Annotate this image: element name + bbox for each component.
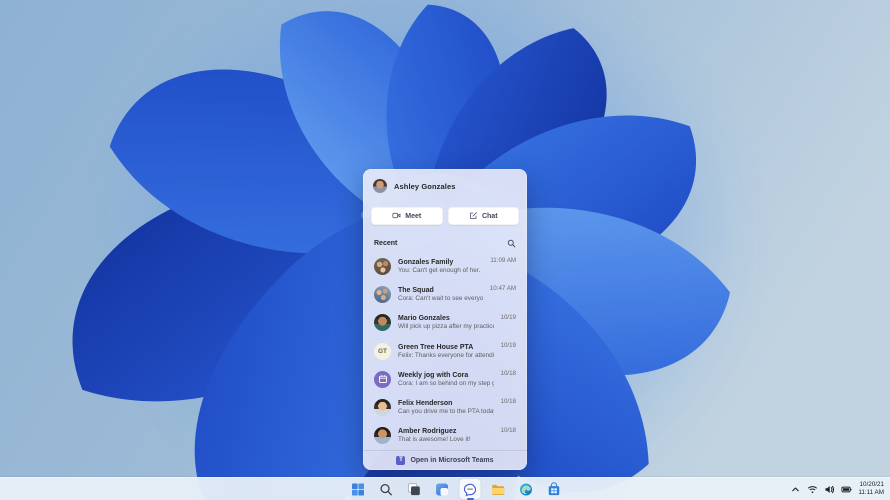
avatar <box>374 399 391 417</box>
avatar-calendar <box>374 370 391 388</box>
conversation-name: Gonzales Family <box>398 258 454 266</box>
taskbar-clock[interactable]: 10/20/21 11:11 AM <box>858 481 886 497</box>
conversation-time: 10:47 AM <box>489 285 516 293</box>
microsoft-store-button[interactable] <box>544 479 565 499</box>
avatar-initials: GT <box>374 342 391 360</box>
edge-icon <box>519 482 534 497</box>
conversation-preview: Felix: Thanks everyone for attending tod… <box>398 351 494 359</box>
conversation-time: 10/18 <box>500 370 516 378</box>
taskbar-center-icons <box>348 478 565 500</box>
conversation-time: 10/18 <box>500 426 516 434</box>
teams-logo-icon: T <box>396 456 406 465</box>
meet-button[interactable]: Meet <box>371 207 443 225</box>
recent-title: Recent <box>374 239 398 247</box>
list-item[interactable]: The Squad Cora: Can't wait to see everyo… <box>363 280 527 308</box>
meet-button-label: Meet <box>405 212 422 220</box>
flyout-header: Ashley Gonzales <box>373 176 517 196</box>
search-icon <box>379 482 394 497</box>
flyout-actions: Meet Chat <box>371 207 519 225</box>
edge-button[interactable] <box>516 479 537 499</box>
list-item[interactable]: Felix Henderson Can you drive me to the … <box>363 393 527 421</box>
user-name: Ashley Gonzales <box>394 181 456 191</box>
calendar-icon <box>378 374 388 384</box>
recent-header: Recent <box>374 237 516 249</box>
conversation-preview: You: Can't get enough of her. <box>398 266 481 274</box>
task-view-button[interactable] <box>404 479 425 499</box>
open-in-teams-button[interactable]: T Open in Microsoft Teams <box>363 450 527 470</box>
chat-button-label: Chat <box>481 212 498 220</box>
conversation-name: The Squad <box>398 286 434 294</box>
list-item[interactable]: Mario Gonzales Will pick up pizza after … <box>363 309 527 337</box>
taskbar: 10/20/21 11:11 AM <box>0 477 890 500</box>
conversation-preview: Can you drive me to the PTA today? <box>398 408 494 416</box>
list-item[interactable]: Amber Rodriguez That is awesome! Love it… <box>363 422 527 450</box>
battery-icon[interactable] <box>841 484 852 495</box>
conversation-preview: Cora: I am so behind on my step goals. <box>398 379 494 387</box>
avatar <box>374 257 391 275</box>
wifi-icon[interactable] <box>807 484 818 495</box>
search-icon[interactable] <box>507 239 516 248</box>
conversation-name: Felix Henderson <box>398 400 453 408</box>
conversation-name: Mario Gonzales <box>398 315 450 323</box>
conversation-time: 10/18 <box>500 398 516 406</box>
list-item[interactable]: Gonzales Family You: Can't get enough of… <box>363 252 527 280</box>
avatar <box>374 285 391 303</box>
list-item[interactable]: Weekly jog with Cora Cora: I am so behin… <box>363 365 527 393</box>
store-icon <box>547 481 562 497</box>
conversation-time: 10/19 <box>500 341 516 349</box>
file-explorer-button[interactable] <box>488 479 509 499</box>
avatar-initials-text: GT <box>377 347 388 355</box>
search-button[interactable] <box>376 479 397 499</box>
desktop: Ashley Gonzales Meet Chat Recent Gonzale… <box>0 0 890 500</box>
compose-icon <box>469 211 478 222</box>
open-in-teams-label: Open in Microsoft Teams <box>410 457 494 464</box>
conversation-preview: That is awesome! Love it! <box>398 436 471 444</box>
list-item[interactable]: GT Green Tree House PTA Felix: Thanks ev… <box>363 337 527 365</box>
chat-bubble-icon <box>463 482 478 497</box>
start-button[interactable] <box>348 479 369 499</box>
avatar <box>374 427 391 445</box>
widgets-icon <box>435 482 450 497</box>
avatar <box>374 314 391 332</box>
user-avatar[interactable] <box>373 179 387 193</box>
task-view-icon <box>407 482 422 497</box>
folder-icon <box>491 482 506 497</box>
widgets-button[interactable] <box>432 479 453 499</box>
conversation-time: 11:09 AM <box>490 257 516 264</box>
conversation-list: Gonzales Family You: Can't get enough of… <box>363 252 527 450</box>
tray-time: 11:11 AM <box>858 489 884 496</box>
video-camera-icon <box>392 211 401 222</box>
teams-chat-button[interactable] <box>459 479 481 499</box>
tray-date: 10/20/21 <box>859 481 884 488</box>
chat-button[interactable]: Chat <box>447 207 519 225</box>
teams-chat-flyout: Ashley Gonzales Meet Chat Recent Gonzale… <box>363 169 527 470</box>
windows-logo-icon <box>351 482 366 497</box>
hidden-icons-chevron-icon[interactable] <box>790 484 801 495</box>
conversation-preview: Cora: Can't wait to see everyone! <box>398 294 483 302</box>
conversation-time: 10/19 <box>500 313 516 321</box>
volume-icon[interactable] <box>824 484 835 495</box>
system-tray: 10/20/21 11:11 AM <box>790 478 886 500</box>
conversation-name: Green Tree House PTA <box>398 343 474 351</box>
conversation-name: Weekly jog with Cora <box>398 371 469 379</box>
conversation-name: Amber Rodriguez <box>398 428 457 436</box>
conversation-preview: Will pick up pizza after my practice. <box>398 323 494 331</box>
